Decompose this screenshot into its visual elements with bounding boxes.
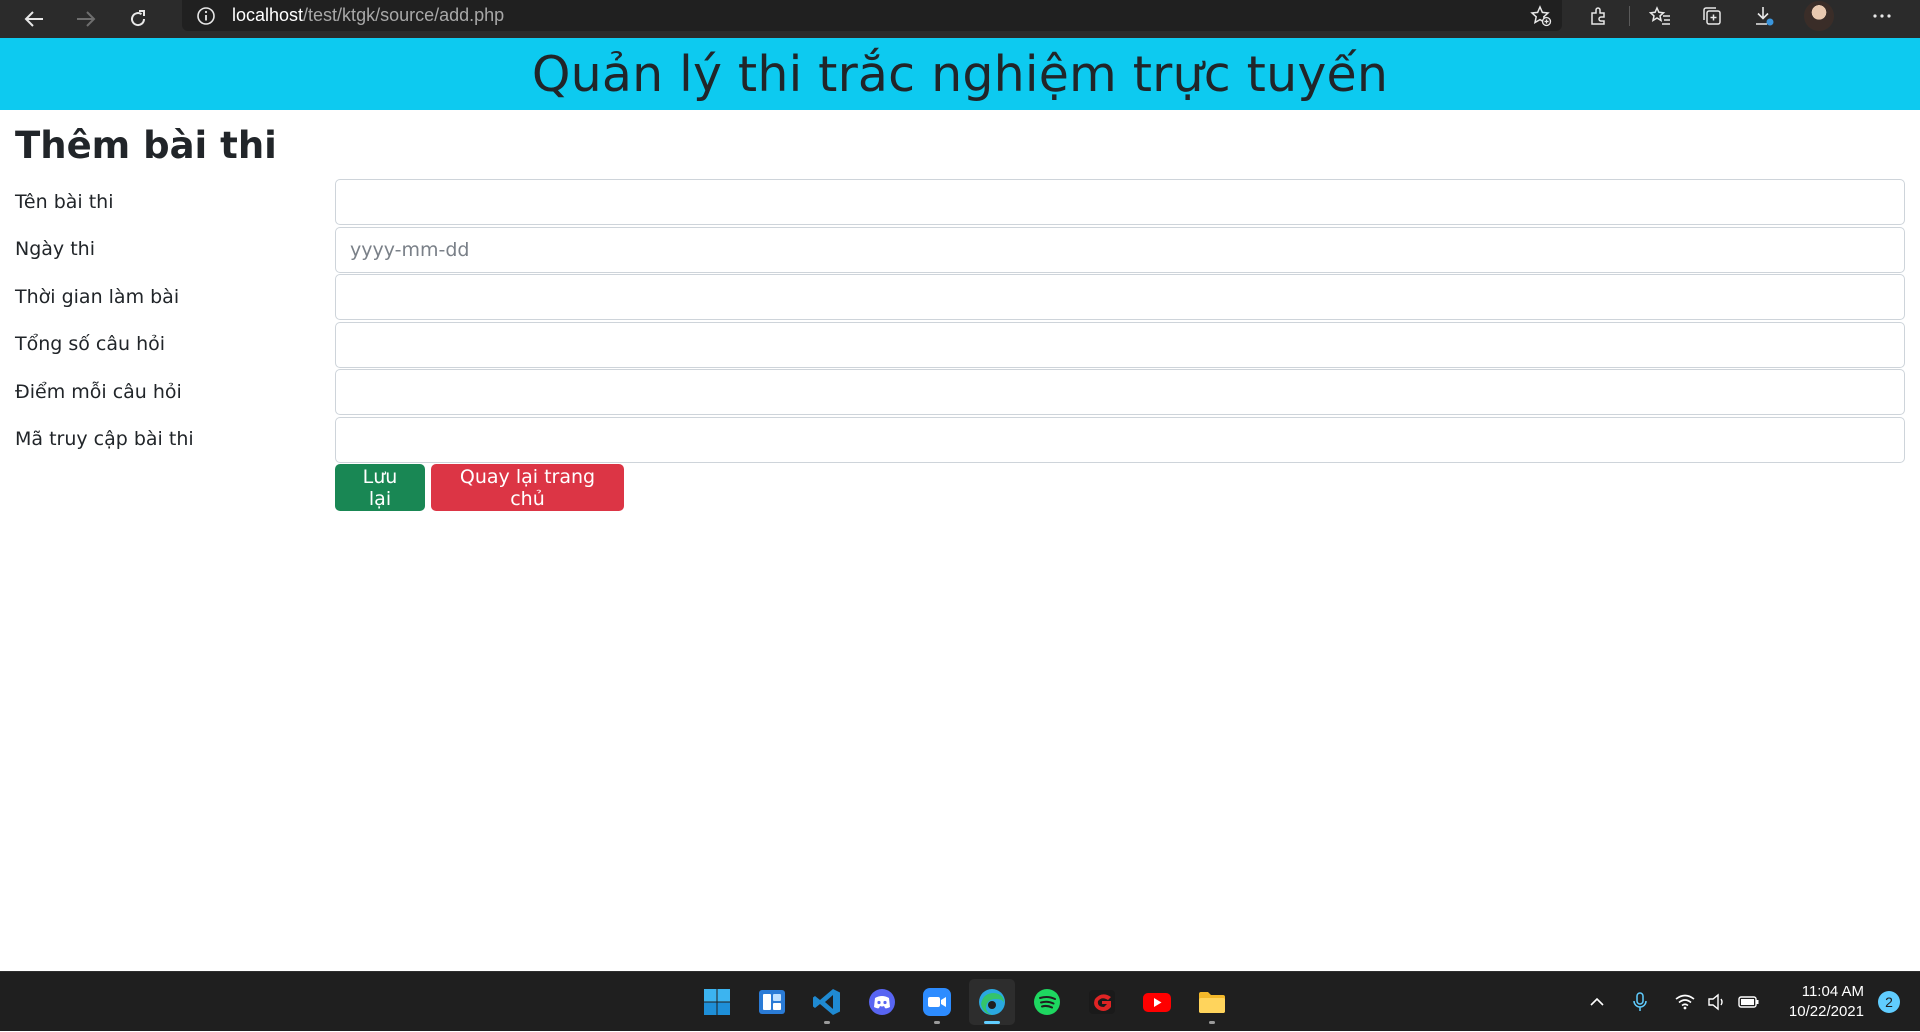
duration-input[interactable] bbox=[335, 274, 1905, 320]
save-button[interactable]: Lưu lại bbox=[335, 464, 425, 511]
form-row-question-count: Tổng số câu hỏi bbox=[15, 321, 1905, 369]
taskbar: 11:04 AM 10/22/2021 2 bbox=[0, 971, 1920, 1031]
main-content: Thêm bài thi Tên bài thi Ngày thi Thời g… bbox=[15, 110, 1905, 513]
active-indicator bbox=[983, 1021, 1000, 1024]
file-explorer-icon[interactable] bbox=[1189, 979, 1235, 1025]
favorites-icon[interactable] bbox=[1648, 4, 1672, 28]
question-count-label: Tổng số câu hỏi bbox=[15, 333, 166, 356]
refresh-icon[interactable] bbox=[121, 4, 155, 34]
garena-icon[interactable] bbox=[1079, 979, 1125, 1025]
exam-name-input[interactable] bbox=[335, 179, 1905, 225]
exam-name-label: Tên bài thi bbox=[15, 190, 114, 213]
points-per-question-label: Điểm mỗi câu hỏi bbox=[15, 380, 182, 403]
wifi-icon[interactable] bbox=[1674, 991, 1696, 1013]
chevron-up-icon[interactable] bbox=[1586, 991, 1608, 1013]
form-actions: Lưu lại Quay lại trang chủ bbox=[15, 463, 1905, 513]
widgets-icon[interactable] bbox=[749, 979, 795, 1025]
browser-toolbar: localhost/test/ktgk/source/add.php bbox=[0, 0, 1920, 38]
url-host: localhost bbox=[232, 5, 304, 25]
access-code-label: Mã truy cập bài thi bbox=[15, 428, 194, 451]
youtube-icon[interactable] bbox=[1134, 979, 1180, 1025]
address-bar[interactable]: localhost/test/ktgk/source/add.php bbox=[182, 0, 1562, 31]
vscode-icon[interactable] bbox=[804, 979, 850, 1025]
form-row-points: Điểm mỗi câu hỏi bbox=[15, 368, 1905, 416]
downloads-icon[interactable] bbox=[1752, 4, 1776, 28]
points-per-question-input[interactable] bbox=[335, 369, 1905, 415]
exam-form: Tên bài thi Ngày thi Thời gian làm bài T… bbox=[15, 178, 1905, 513]
url-path: /test/ktgk/source/add.php bbox=[303, 5, 505, 25]
edge-icon[interactable] bbox=[968, 979, 1015, 1025]
battery-icon[interactable] bbox=[1738, 991, 1760, 1013]
exam-date-label: Ngày thi bbox=[15, 238, 95, 261]
clock-time: 11:04 AM bbox=[1801, 983, 1864, 1000]
clock-date: 10/22/2021 bbox=[1788, 1003, 1864, 1020]
running-indicator bbox=[1208, 1021, 1215, 1024]
notification-badge[interactable]: 2 bbox=[1878, 991, 1900, 1013]
toolbar-divider bbox=[1629, 5, 1630, 26]
spotify-icon[interactable] bbox=[1024, 979, 1070, 1025]
form-row-duration: Thời gian làm bài bbox=[15, 273, 1905, 321]
running-indicator bbox=[823, 1021, 830, 1024]
collections-icon[interactable] bbox=[1700, 4, 1724, 28]
section-title: Thêm bài thi bbox=[15, 124, 277, 167]
question-count-input[interactable] bbox=[335, 321, 1905, 368]
profile-avatar[interactable] bbox=[1804, 0, 1834, 31]
more-options-icon[interactable] bbox=[1870, 4, 1894, 28]
form-row-access-code: Mã truy cập bài thi bbox=[15, 416, 1905, 464]
duration-label: Thời gian làm bài bbox=[15, 285, 180, 308]
back-home-button[interactable]: Quay lại trang chủ bbox=[431, 464, 624, 511]
volume-icon[interactable] bbox=[1706, 991, 1728, 1013]
add-favorite-icon[interactable] bbox=[1529, 4, 1553, 28]
discord-icon[interactable] bbox=[859, 979, 905, 1025]
toolbar-actions bbox=[1515, 0, 1920, 31]
back-arrow-icon[interactable] bbox=[17, 4, 51, 34]
extensions-icon[interactable] bbox=[1587, 4, 1611, 28]
form-row-exam-name: Tên bài thi bbox=[15, 178, 1905, 226]
microphone-icon[interactable] bbox=[1629, 991, 1651, 1013]
info-icon[interactable] bbox=[196, 6, 216, 26]
exam-date-input[interactable] bbox=[335, 226, 1905, 273]
windows-start-icon[interactable] bbox=[694, 979, 740, 1025]
forward-arrow-icon[interactable] bbox=[69, 4, 103, 34]
page-title: Quản lý thi trắc nghiệm trực tuyến bbox=[531, 45, 1389, 103]
running-indicator bbox=[933, 1021, 940, 1024]
clock[interactable]: 11:04 AM 10/22/2021 bbox=[1789, 982, 1864, 1022]
zoom-icon[interactable] bbox=[914, 979, 960, 1025]
taskbar-apps bbox=[689, 972, 1239, 1032]
access-code-input[interactable] bbox=[335, 416, 1905, 463]
system-tray: 11:04 AM 10/22/2021 2 bbox=[1581, 972, 1920, 1032]
form-row-exam-date: Ngày thi bbox=[15, 226, 1905, 274]
page-header: Quản lý thi trắc nghiệm trực tuyến bbox=[0, 38, 1920, 110]
